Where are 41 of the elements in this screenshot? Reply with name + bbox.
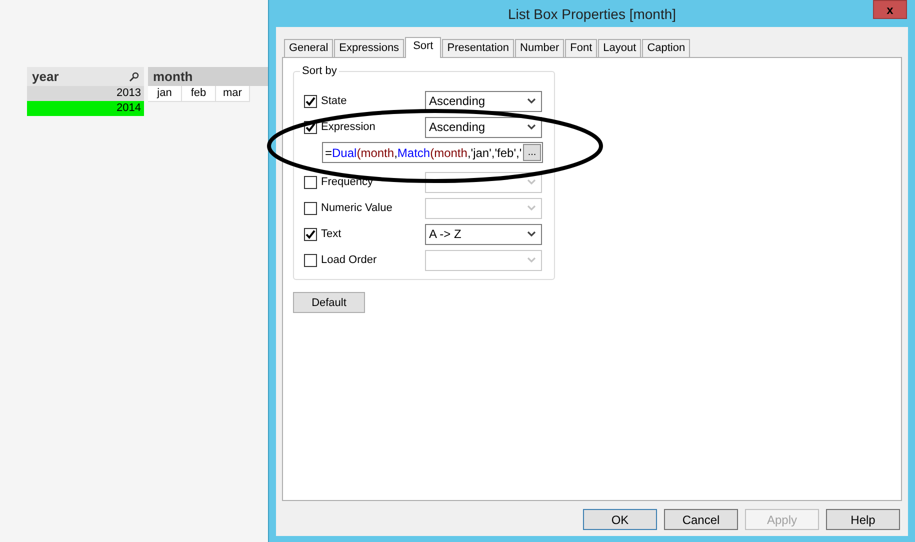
year-value[interactable]: 2013 [27,86,144,101]
listbox-title: month [153,69,193,84]
search-icon[interactable] [129,72,139,82]
checkbox-label: State [321,95,348,107]
checkbox-label: Load Order [321,254,378,266]
tab[interactable]: Expressions [334,39,404,57]
month-value[interactable]: feb [182,86,216,102]
year-value[interactable]: 2014 [27,101,144,116]
dialog-button[interactable]: Cancel [664,509,738,530]
caret-icon [527,124,536,130]
checkbox[interactable] [304,228,317,240]
sort-order-dropdown[interactable]: Ascending [425,116,542,138]
caret-icon [527,205,536,211]
close-button[interactable]: x [873,0,907,19]
tab[interactable]: General [284,39,334,57]
checkbox-label: Numeric Value [321,202,394,214]
caret-icon [527,179,536,185]
tab[interactable]: Sort [405,37,442,58]
default-button[interactable]: Default [293,292,365,313]
month-value[interactable]: mar [216,86,250,102]
checkbox[interactable] [304,94,317,108]
caret-icon [527,257,536,263]
checkbox-label: Text [321,228,342,240]
tab[interactable]: Number [515,39,564,57]
expression-field[interactable]: =Dual(month,Match(month,'jan','feb',' ... [322,142,543,163]
expression-edit-button[interactable]: ... [523,144,541,161]
tab[interactable]: Layout [598,39,642,57]
caret-icon [527,98,536,104]
sort-order-dropdown[interactable]: A -> Z [425,224,542,244]
checkbox-label: Expression [321,121,376,133]
group-title: Sort by [300,65,339,77]
dialog-button[interactable]: Help [826,509,900,530]
sort-order-dropdown[interactable]: Ascending [425,90,542,112]
window-title: List Box Properties [month] [508,6,676,22]
listbox-title: year [32,69,59,84]
dialog-button[interactable]: OK [583,509,657,530]
tab[interactable]: Presentation [442,39,514,57]
caret-icon [527,231,536,237]
tab[interactable]: Caption [642,39,690,57]
tab[interactable]: Font [565,39,598,57]
month-value[interactable]: jan [148,86,182,102]
